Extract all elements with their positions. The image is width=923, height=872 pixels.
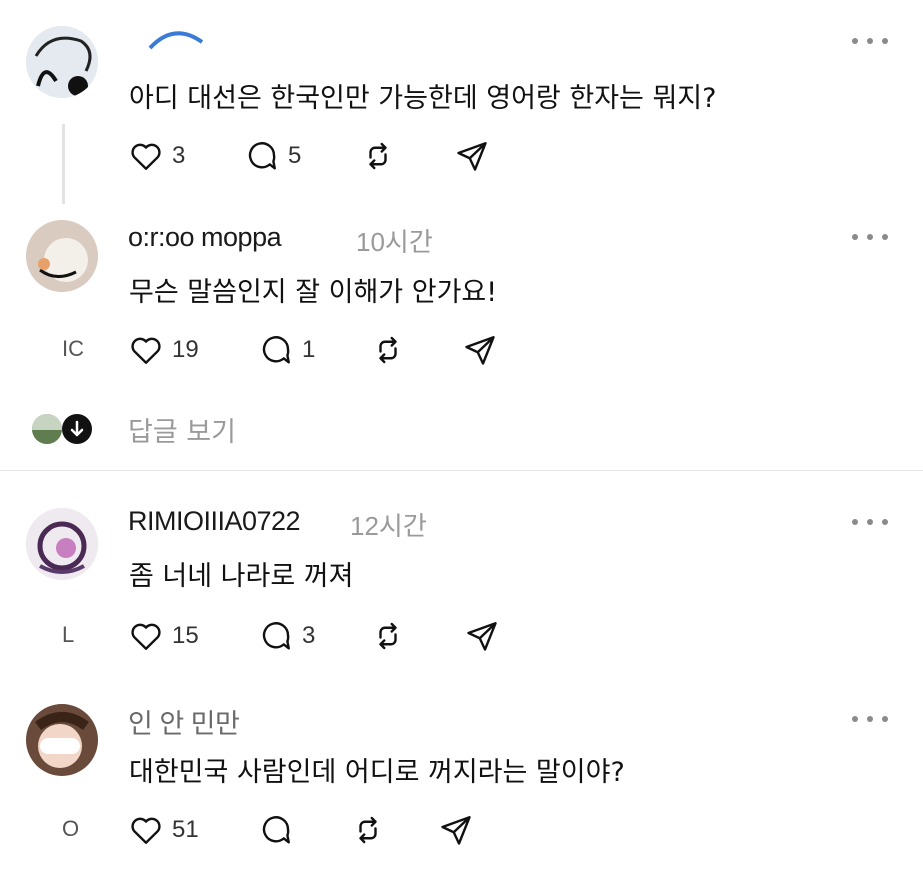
heart-icon [131, 623, 161, 650]
more-icon[interactable] [852, 714, 888, 724]
reply-count: 3 [302, 622, 316, 649]
side-mark: L [62, 622, 75, 647]
heart-icon [131, 143, 161, 170]
repost-button[interactable] [370, 330, 406, 370]
like-button[interactable]: 15 [128, 616, 199, 656]
share-button[interactable] [454, 136, 490, 176]
reply-button[interactable]: 5 [244, 136, 301, 176]
comment-icon [262, 816, 290, 844]
like-count: 51 [172, 816, 199, 843]
reply-count: 5 [288, 142, 302, 169]
username[interactable]: 인 안 민만 [128, 702, 240, 741]
repost-button[interactable] [360, 136, 396, 176]
comment-icon [262, 622, 290, 650]
share-button[interactable] [438, 810, 474, 850]
avatar-image [26, 704, 98, 776]
like-button[interactable]: 19 [128, 330, 199, 370]
repost-icon [379, 622, 397, 650]
repost-icon [359, 816, 377, 844]
avatar[interactable] [26, 508, 98, 580]
avatar[interactable] [26, 26, 98, 98]
heart-icon [131, 817, 161, 844]
view-replies-link[interactable]: 답글 보기 [128, 410, 236, 449]
username[interactable]: o:r:oo moppa [128, 222, 282, 253]
share-icon [457, 142, 487, 171]
share-button[interactable] [462, 330, 498, 370]
repost-icon [369, 142, 387, 170]
share-icon [441, 816, 471, 845]
reply-button[interactable] [258, 810, 302, 850]
like-count: 15 [172, 622, 199, 649]
avatar-image [26, 220, 98, 292]
post-text: 무슨 말씀인지 잘 이해가 안가요! [129, 277, 498, 308]
thread-line [62, 124, 65, 204]
more-icon[interactable] [852, 36, 888, 46]
arrow-down-icon [62, 414, 92, 444]
timestamp: 10시간 [356, 227, 433, 257]
post-text: 대한민국 사람인데 어디로 꺼지라는 말이야? [129, 757, 625, 788]
reply-button[interactable]: 3 [258, 616, 315, 656]
post-text: 아디 대선은 한국인만 가능한데 영어랑 한자는 뭐지? [129, 83, 717, 114]
reply-avatar [32, 414, 62, 444]
like-count: 3 [172, 142, 186, 169]
avatar-image [26, 26, 98, 98]
avatar-image [26, 508, 98, 580]
repost-button[interactable] [370, 616, 406, 656]
share-icon [465, 336, 495, 365]
comment-icon [262, 336, 290, 364]
timestamp: 12시간 [350, 511, 427, 541]
repost-icon [379, 336, 397, 364]
avatar[interactable] [26, 704, 98, 776]
like-count: 19 [172, 336, 199, 363]
heart-icon [131, 337, 161, 364]
like-button[interactable]: 51 [128, 810, 199, 850]
side-mark: O [62, 816, 80, 841]
divider [0, 470, 923, 471]
like-button[interactable]: 3 [128, 136, 185, 176]
more-icon[interactable] [852, 517, 888, 527]
side-mark: IC [62, 336, 84, 361]
share-button[interactable] [464, 616, 500, 656]
avatar[interactable] [26, 220, 98, 292]
reply-button[interactable]: 1 [258, 330, 315, 370]
post-text: 좀 너네 나라로 꺼져 [129, 561, 354, 592]
username[interactable]: RIMIOIIIA0722 [128, 506, 301, 537]
comment-icon [248, 142, 276, 170]
username-scribble [148, 31, 204, 50]
share-icon [467, 622, 497, 651]
repost-button[interactable] [350, 810, 386, 850]
more-icon[interactable] [852, 232, 888, 242]
reply-count: 1 [302, 336, 316, 363]
